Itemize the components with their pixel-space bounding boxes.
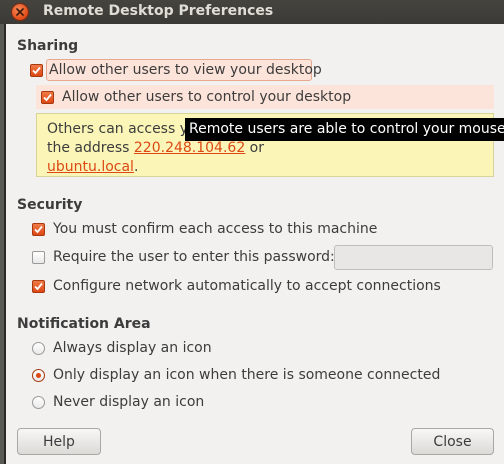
close-button[interactable]: Close bbox=[411, 428, 494, 455]
security-heading: Security bbox=[17, 197, 83, 213]
notify-connected-row[interactable]: Only display an icon when there is someo… bbox=[32, 365, 440, 385]
control-tooltip: Remote users are able to control your mo… bbox=[185, 118, 504, 141]
allow-control-checkbox[interactable] bbox=[41, 90, 54, 104]
info-line1: Others can access yo bbox=[47, 121, 197, 137]
checkmark-icon bbox=[32, 66, 41, 74]
allow-control-checkbox-row[interactable]: Allow other users to control your deskto… bbox=[41, 87, 351, 107]
notify-connected-radio[interactable] bbox=[32, 368, 45, 382]
address-link[interactable]: 220.248.104.62 bbox=[134, 140, 245, 156]
checkmark-icon bbox=[34, 282, 43, 290]
close-icon bbox=[16, 8, 24, 16]
sharing-heading: Sharing bbox=[17, 38, 79, 54]
info-address-prefix: the address bbox=[47, 140, 134, 156]
notify-always-radio[interactable] bbox=[32, 341, 45, 355]
notify-never-row[interactable]: Never display an icon bbox=[32, 392, 204, 412]
require-password-label: Require the user to enter this password: bbox=[53, 249, 335, 265]
confirm-access-row[interactable]: You must confirm each access to this mac… bbox=[32, 219, 377, 239]
notify-never-label: Never display an icon bbox=[53, 394, 205, 410]
window-border bbox=[4, 24, 6, 464]
allow-control-label: Allow other users to control your deskto… bbox=[62, 89, 352, 105]
notify-always-row[interactable]: Always display an icon bbox=[32, 338, 212, 358]
confirm-access-label: You must confirm each access to this mac… bbox=[53, 221, 378, 237]
allow-view-checkbox[interactable] bbox=[30, 63, 43, 77]
window-close-button[interactable] bbox=[12, 4, 28, 20]
checkmark-icon bbox=[34, 225, 43, 233]
notification-heading: Notification Area bbox=[17, 316, 151, 332]
allow-view-checkbox-row[interactable]: Allow other users to view your desktop bbox=[30, 60, 322, 80]
configure-network-label: Configure network automatically to accep… bbox=[53, 278, 441, 294]
allow-view-label: Allow other users to view your desktop bbox=[49, 62, 322, 78]
password-field[interactable] bbox=[334, 245, 493, 270]
help-button[interactable]: Help bbox=[17, 428, 101, 455]
require-password-checkbox[interactable] bbox=[32, 250, 45, 264]
require-password-row[interactable]: Require the user to enter this password: bbox=[32, 247, 335, 267]
hostname-link[interactable]: ubuntu.local bbox=[47, 159, 134, 175]
configure-network-checkbox[interactable] bbox=[32, 279, 45, 293]
info-or: or bbox=[245, 140, 265, 156]
info-period: . bbox=[133, 159, 139, 175]
notify-never-radio[interactable] bbox=[32, 395, 45, 409]
notify-always-label: Always display an icon bbox=[53, 340, 212, 356]
confirm-access-checkbox[interactable] bbox=[32, 222, 45, 236]
notify-connected-label: Only display an icon when there is someo… bbox=[53, 367, 441, 383]
configure-network-row[interactable]: Configure network automatically to accep… bbox=[32, 276, 441, 296]
window-title: Remote Desktop Preferences bbox=[43, 3, 274, 19]
title-bar: Remote Desktop Preferences bbox=[0, 0, 504, 24]
checkmark-icon bbox=[43, 93, 52, 101]
